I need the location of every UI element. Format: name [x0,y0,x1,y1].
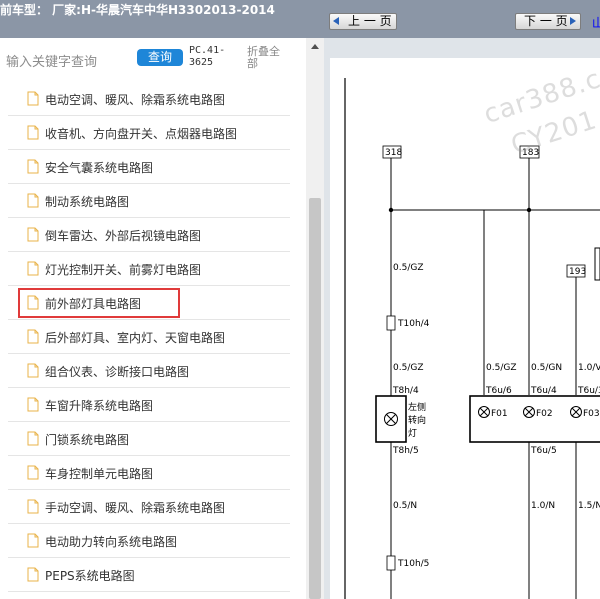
wire-label: 0.5/GZ [393,263,424,273]
next-page-label: 下 一 页 [524,14,568,28]
arrow-left-icon [333,17,339,25]
pin-label: T8h/4 [392,386,419,396]
pin-label: T6u/6 [485,386,512,396]
wire-label: 0.5/GZ [486,363,517,373]
next-page-button[interactable]: 下 一 页 [515,13,581,30]
connector-t10h5: T10h/5 [386,555,429,571]
prev-page-label: 上 一 页 [348,14,392,28]
circuit-schematic: 318 183 193 0.5/GZ T10h/4 0.5/GZ T8h/4 左… [344,78,600,599]
wire-label: 0.5/N [393,501,417,511]
prev-page-button[interactable]: 上 一 页 [329,13,397,30]
svg-text:F01: F01 [491,409,508,419]
fuse-block: F01 F02 F03 [469,395,600,443]
svg-text:灯: 灯 [408,428,417,439]
next-tail-text: 山 [592,16,600,30]
pin-label: T8h/5 [392,446,419,456]
pin-label: T6u/5 [530,446,557,456]
wire-label: 1.0/N [531,501,555,511]
wire-tag-193: 193 [566,264,586,278]
wire-label: 1.0/V [578,363,600,373]
wire-label: 0.5/GN [531,363,562,373]
left-turn-lamp: 左侧 转向 灯 [375,395,426,443]
arrow-right-icon [570,17,576,25]
svg-text:转向: 转向 [408,414,426,426]
pin-label: T6u/4 [530,386,557,396]
svg-text:T10h/4: T10h/4 [397,319,430,329]
wire-tag-318: 318 [382,145,402,159]
pin-label: T6u/3 [577,386,600,396]
wire-label: 1.5/N [578,501,600,511]
offscreen-component [594,247,600,281]
svg-text:F03: F03 [583,409,600,419]
svg-text:T10h/5: T10h/5 [397,559,429,569]
svg-text:左侧: 左侧 [408,401,426,413]
wire-label: 0.5/GZ [393,363,424,373]
svg-text:193: 193 [569,267,586,277]
connector-t10h4: T10h/4 [386,315,430,331]
svg-text:318: 318 [385,148,402,158]
svg-text:F02: F02 [536,409,553,419]
junction-dot [388,207,394,213]
